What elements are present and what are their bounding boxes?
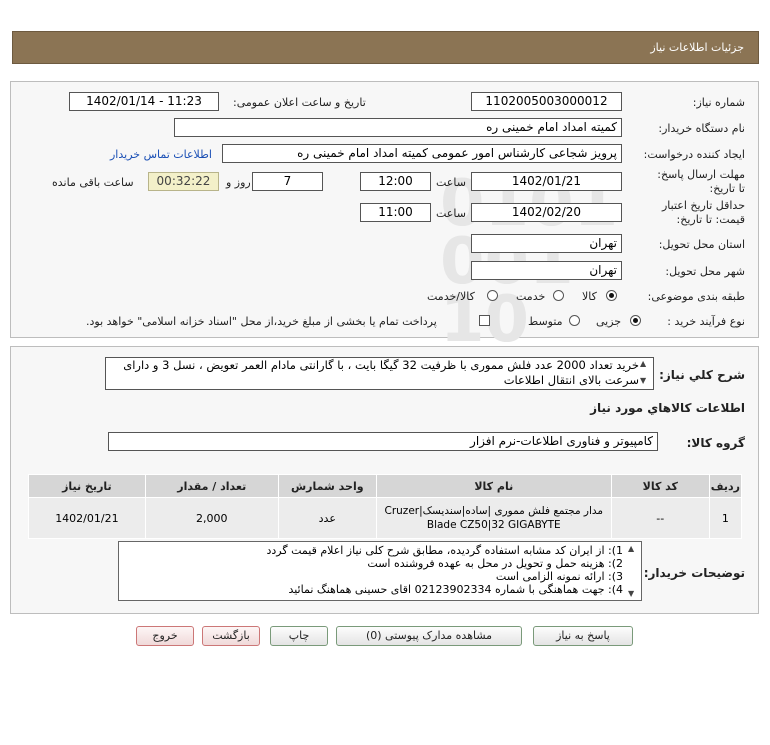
delivery-province-label: استان محل تحويل: <box>658 238 745 251</box>
treasury-payment-note: پرداخت تمام يا بخشی از مبلغ خريد،از محل … <box>86 315 437 328</box>
category-label: طبقه بندی موضوعی: <box>647 290 745 303</box>
delivery-city-field: تهران <box>471 261 622 280</box>
col-qty: تعداد / مقدار <box>144 474 279 498</box>
purchase-radio-medium[interactable] <box>569 315 580 326</box>
goods-section-title: اطلاعات كالاهاي مورد نياز <box>590 401 745 415</box>
category-radio-goods-service[interactable] <box>487 290 498 301</box>
col-row: رديف <box>708 474 743 498</box>
send-deadline-label: مهلت ارسال پاسخ: تا تاريخ: <box>657 168 745 195</box>
page-title-bar: جزئيات اطلاعات نياز <box>12 31 759 64</box>
category-radio-goods[interactable] <box>606 290 617 301</box>
need-number-label: شماره نياز: <box>692 96 745 109</box>
buyer-org-field: کمیته امداد امام خمینی ره <box>174 118 622 137</box>
send-deadline-time-label: ساعت <box>436 176 466 189</box>
category-radio-service[interactable] <box>553 290 564 301</box>
validity-time-field: 11:00 <box>360 203 431 222</box>
purchase-radio-minor[interactable] <box>630 315 641 326</box>
treasury-payment-checkbox[interactable] <box>479 315 490 326</box>
need-number-field: 1102005003000012 <box>471 92 622 111</box>
contact-buyer-link[interactable]: اطلاعات تماس خريدار <box>110 148 212 161</box>
col-name: نام کالا <box>375 474 612 498</box>
print-button[interactable]: چاپ <box>270 626 328 646</box>
validity-label: حداقل تاريخ اعتبار قيمت: تا تاريخ: <box>661 199 745 226</box>
purchase-type-label: نوع فرآيند خريد : <box>667 315 745 328</box>
notes-scroll-down-icon[interactable]: ▼ <box>628 589 634 598</box>
exit-button[interactable]: خروج <box>136 626 194 646</box>
cell-row: 1 <box>708 497 743 539</box>
category-option-goods-service: کالا/خدمت <box>427 290 475 303</box>
purchase-option-medium: متوسط <box>528 315 563 328</box>
summary-text: خرید تعداد 2000 عدد فلش مموری با ظرفیت 3… <box>123 358 639 387</box>
days-label: روز و <box>226 176 251 189</box>
validity-time-label: ساعت <box>436 207 466 220</box>
col-unit: واحد شمارش <box>277 474 377 498</box>
buyer-note-3: 3): ارائه نمونه الزامی است <box>495 570 623 583</box>
category-option-goods: کالا <box>582 290 597 303</box>
requester-label: ایجاد کننده درخواست: <box>643 148 745 161</box>
send-deadline-time-field: 12:00 <box>360 172 431 191</box>
cell-unit: عدد <box>277 497 377 539</box>
days-field: 7 <box>252 172 323 191</box>
requester-field: پرویز شجاعی کارشناس امور عمومی کمیته امد… <box>222 144 622 163</box>
buyer-notes-label: توضيحات خريدار: <box>643 566 745 580</box>
remaining-label: ساعت باقی مانده <box>52 176 134 189</box>
remaining-time-field: 00:32:22 <box>148 172 219 191</box>
goods-table: رديف کد کالا نام کالا واحد شمارش تعداد /… <box>28 474 743 539</box>
goods-table-header: رديف کد کالا نام کالا واحد شمارش تعداد /… <box>28 474 743 498</box>
buyer-org-label: نام دستگاه خريدار: <box>658 122 745 135</box>
reply-button[interactable]: پاسخ به نياز <box>533 626 633 646</box>
summary-label: شرح كلي نياز: <box>659 368 745 382</box>
send-deadline-date-field: 1402/01/21 <box>471 172 622 191</box>
announce-label: تاريخ و ساعت اعلان عمومی: <box>233 96 366 109</box>
col-code: کد کالا <box>610 474 710 498</box>
goods-group-field: کامپیوتر و فناوری اطلاعات-نرم افزار <box>108 432 658 451</box>
category-option-service: خدمت <box>516 290 546 303</box>
goods-group-label: گروه کالا: <box>686 436 745 450</box>
buyer-note-2: 2): هزینه حمل و تحویل در محل به عهده فرو… <box>367 557 623 570</box>
cell-qty: 2,000 <box>144 497 279 539</box>
announce-field: 1402/01/14 - 11:23 <box>69 92 219 111</box>
cell-name: مدار مجتمع فلش مموری |ساده|سندیسک|Cruzer… <box>375 497 612 539</box>
page-title: جزئيات اطلاعات نياز <box>650 41 744 54</box>
cell-date: 1402/01/21 <box>28 497 146 539</box>
validity-date-field: 1402/02/20 <box>471 203 622 222</box>
scroll-up-icon[interactable]: ▲ <box>640 359 646 368</box>
cell-code: -- <box>610 497 710 539</box>
summary-textarea[interactable]: خرید تعداد 2000 عدد فلش مموری با ظرفیت 3… <box>105 357 654 390</box>
buyer-note-4: 4): جهت هماهنگی با شماره 02123902334 اقا… <box>288 583 623 596</box>
purchase-option-minor: جزيی <box>596 315 622 328</box>
table-row: 1 -- مدار مجتمع فلش مموری |ساده|سندیسک|C… <box>28 497 743 539</box>
scroll-down-icon[interactable]: ▼ <box>640 376 646 385</box>
attachments-button[interactable]: مشاهده مدارک پيوستی (0) <box>336 626 522 646</box>
buyer-note-1: 1): از ایران کد مشابه استفاده گردیده، مط… <box>266 544 623 557</box>
buyer-notes-box[interactable]: 1): از ایران کد مشابه استفاده گردیده، مط… <box>118 541 642 601</box>
back-button[interactable]: بازگشت <box>202 626 260 646</box>
notes-scroll-up-icon[interactable]: ▲ <box>628 544 634 553</box>
col-date: تاريخ نياز <box>28 474 146 498</box>
delivery-province-field: تهران <box>471 234 622 253</box>
delivery-city-label: شهر محل تحويل: <box>665 265 745 278</box>
